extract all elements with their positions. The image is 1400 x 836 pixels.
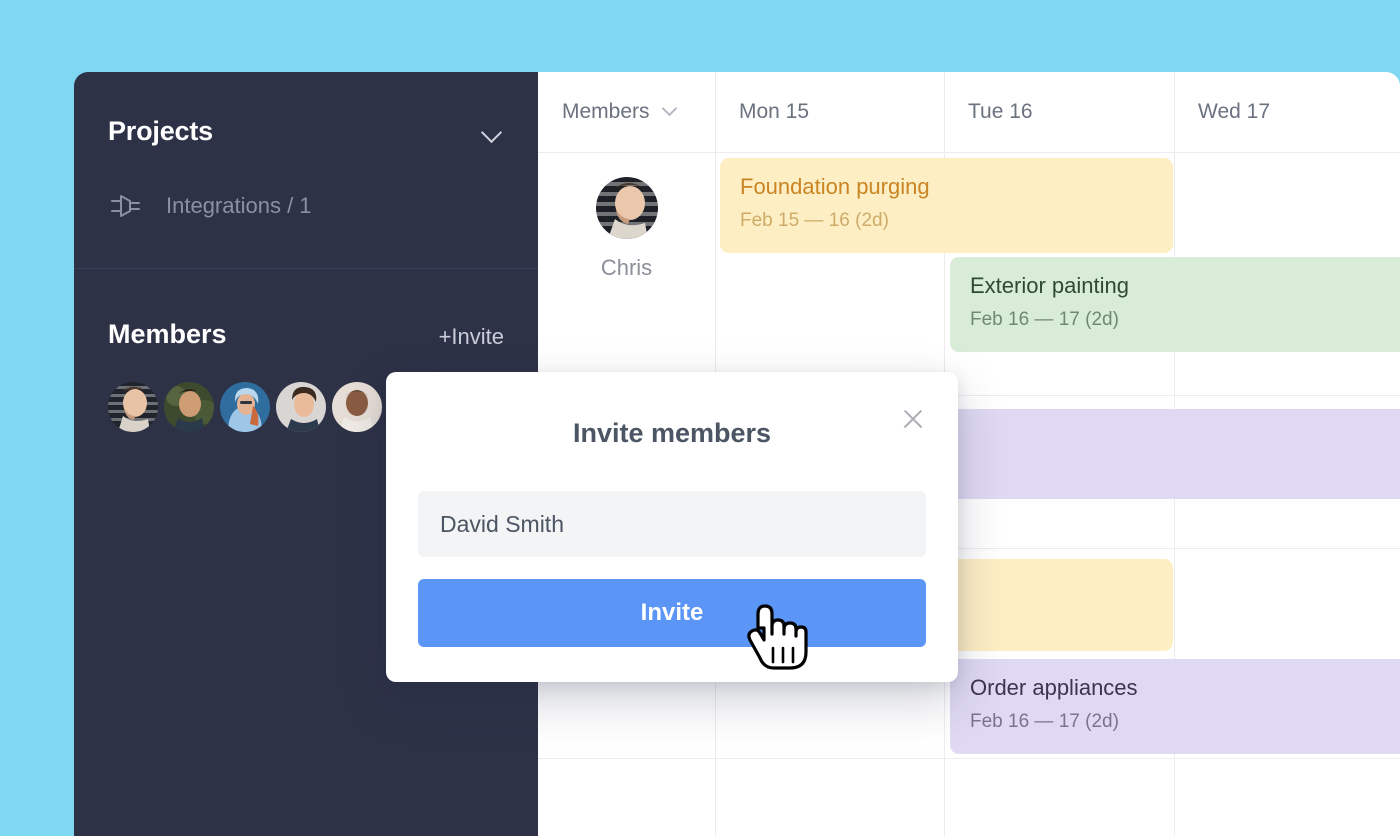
member-name: Chris [600, 255, 653, 280]
invite-members-modal: Invite members Invite [386, 372, 958, 682]
invite-submit-button[interactable]: Invite [418, 579, 926, 647]
task-bar-exterior-painting[interactable]: Exterior painting Feb 16 — 17 (2d) [950, 257, 1400, 352]
avatar[interactable] [276, 382, 326, 432]
projects-section: Projects Integrations / 1 [74, 72, 538, 268]
task-bar-order-appliances[interactable]: Order appliances Feb 16 — 17 (2d) [950, 659, 1400, 754]
column-header-members[interactable]: Members [562, 72, 677, 152]
members-title: Members [108, 319, 227, 349]
modal-title: Invite members [572, 418, 772, 448]
app-root: Projects Integrations / 1 Members +Invit… [0, 0, 1400, 836]
sidebar-item-integrations[interactable]: Integrations / 1 [108, 190, 504, 268]
projects-header: Projects [108, 72, 504, 147]
header-divider [538, 152, 1400, 153]
close-icon[interactable] [898, 404, 928, 434]
members-header: Members +Invite [108, 269, 504, 350]
chevron-down-icon[interactable] [664, 103, 677, 116]
row-divider [538, 758, 1400, 759]
column-header-wed17: Wed 17 [1198, 100, 1270, 123]
column-header-tue16: Tue 16 [968, 100, 1033, 123]
avatar[interactable] [332, 382, 382, 432]
avatar[interactable] [164, 382, 214, 432]
invite-name-input[interactable] [418, 491, 926, 557]
projects-title: Projects [108, 116, 213, 146]
avatar[interactable] [108, 382, 158, 432]
avatar [595, 177, 658, 239]
avatar[interactable] [220, 382, 270, 432]
column-header-mon15: Mon 15 [739, 100, 810, 123]
chevron-down-icon[interactable] [482, 121, 504, 143]
task-bar-foundation-purging[interactable]: Foundation purging Feb 15 — 16 (2d) [720, 158, 1173, 253]
sidebar-item-label: Integrations / 1 [166, 193, 312, 218]
table-row[interactable]: Chris [538, 177, 715, 281]
invite-button[interactable]: +Invite [439, 324, 504, 350]
plug-icon [108, 190, 142, 222]
